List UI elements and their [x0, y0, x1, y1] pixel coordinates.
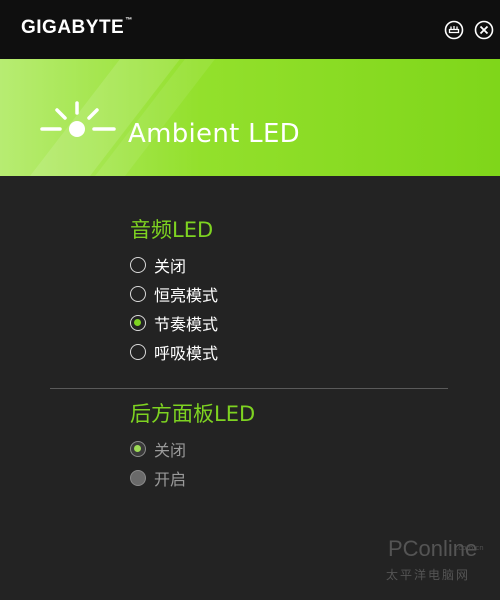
rear-panel-led-option-on[interactable]: 开启	[130, 467, 186, 489]
radio-button[interactable]	[130, 257, 146, 273]
close-icon	[474, 20, 494, 40]
rear-panel-led-title: 后方面板LED	[130, 402, 256, 426]
audio-led-option-breathing[interactable]: 呼吸模式	[130, 341, 218, 363]
banner-title: Ambient LED	[128, 119, 301, 149]
close-button[interactable]	[474, 20, 494, 40]
settings-icon	[444, 20, 464, 40]
option-label: 呼吸模式	[154, 344, 219, 363]
gigabyte-logo: GIGABYTE™	[21, 17, 133, 39]
audio-led-option-static[interactable]: 恒亮模式	[130, 283, 218, 305]
light-burst-icon	[40, 101, 116, 137]
option-label: 关闭	[154, 441, 187, 460]
option-label: 恒亮模式	[154, 286, 219, 305]
option-label: 开启	[154, 470, 187, 489]
audio-led-option-off[interactable]: 关闭	[130, 254, 186, 276]
radio-button[interactable]	[130, 344, 146, 360]
section-divider	[50, 388, 448, 389]
watermark-domain: .com.cn	[456, 544, 484, 552]
watermark: PConline .com.cn 太平洋电脑网	[384, 536, 494, 586]
audio-led-option-beat[interactable]: 节奏模式	[130, 312, 218, 334]
option-label: 关闭	[154, 257, 187, 276]
brand-name: GIGABYTE	[21, 17, 125, 38]
rear-panel-led-option-off[interactable]: 关闭	[130, 438, 186, 460]
option-label: 节奏模式	[154, 315, 219, 334]
trademark-mark: ™	[125, 17, 133, 24]
radio-button-selected[interactable]	[130, 441, 146, 457]
settings-button[interactable]	[444, 20, 464, 40]
feature-banner: Ambient LED	[0, 59, 500, 176]
radio-button[interactable]	[130, 286, 146, 302]
audio-led-title: 音频LED	[130, 218, 214, 242]
title-bar: GIGABYTE™	[0, 0, 500, 59]
radio-button[interactable]	[130, 470, 146, 486]
radio-button-selected[interactable]	[130, 315, 146, 331]
watermark-subtitle: 太平洋电脑网	[386, 568, 471, 582]
